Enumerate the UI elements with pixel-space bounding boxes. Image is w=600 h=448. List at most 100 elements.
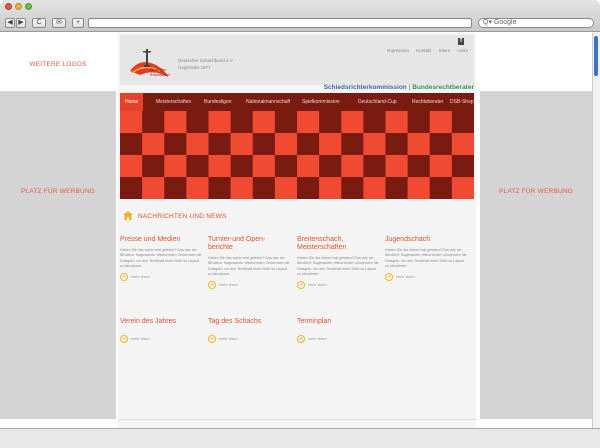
checker-square (186, 177, 209, 199)
chess-federation-logo[interactable]: Deutscher Schachbund (126, 41, 172, 81)
checker-square (363, 177, 386, 199)
home-icon (123, 211, 133, 220)
checker-square (252, 133, 276, 156)
checker-square (142, 133, 165, 156)
commission-links: Schiedsrichterkommission | Bundesrechtbe… (324, 84, 474, 91)
read-more-link[interactable]: ➔ mehr lesen (297, 335, 379, 343)
footer-divider (118, 419, 476, 420)
nav-item-bundesligen[interactable]: Bundesligen (204, 93, 232, 111)
vertical-scrollbar[interactable] (592, 33, 600, 428)
checker-square (186, 111, 209, 134)
news-card-title[interactable]: Breitenschach, Meisterschaften (297, 236, 379, 252)
main-nav: Home Meisterschaften Bundesligen Nationa… (120, 93, 474, 111)
nav-item-home[interactable]: Home (120, 93, 144, 111)
read-more-label: mehr lesen (131, 275, 150, 280)
arrow-right-icon: ➔ (297, 281, 305, 290)
intern-link[interactable]: Intern (439, 48, 451, 53)
facebook-icon[interactable]: f (458, 38, 464, 45)
org-name: Deutscher Schachbund e.V. (178, 58, 234, 63)
checker-square (274, 111, 298, 134)
checker-square (274, 133, 298, 156)
checker-square (385, 177, 408, 199)
news-card-title[interactable]: Jugendschach (385, 236, 467, 244)
checker-square (142, 111, 165, 134)
checker-square (363, 111, 386, 134)
legal-advisor-link[interactable]: Bundesrechtberater (412, 84, 474, 91)
nav-item-rechtsberater[interactable]: Rechtsberater (412, 93, 443, 111)
close-window-icon[interactable] (5, 3, 12, 10)
read-more-link[interactable]: ➔ mehr lesen (120, 273, 202, 282)
scrollbar-thumb[interactable] (594, 36, 598, 76)
left-ad-label: PLATZ FÜR WERBUNG (20, 188, 96, 195)
checker-square (164, 177, 187, 199)
add-bookmark-button[interactable]: + (72, 18, 84, 28)
checker-square (230, 111, 254, 134)
checkerboard-banner (120, 111, 474, 199)
checker-square (451, 133, 474, 156)
share-button[interactable]: ✉ (52, 18, 66, 28)
read-more-label: mehr lesen (308, 283, 327, 288)
referee-commission-link[interactable]: Schiedsrichterkommission (324, 84, 407, 91)
read-more-link[interactable]: ➔ mehr lesen (208, 281, 290, 290)
minimize-window-icon[interactable] (15, 3, 22, 10)
address-bar[interactable] (88, 18, 472, 28)
read-more-link[interactable]: ➔ mehr lesen (120, 335, 202, 343)
site-header: Deutscher Schachbund Deutscher Schachbun… (120, 35, 474, 85)
checker-square (208, 111, 231, 134)
checker-square (319, 133, 342, 156)
arrow-right-icon: ➔ (120, 273, 128, 282)
checker-square (208, 177, 231, 199)
checker-square (319, 155, 342, 178)
checker-square (186, 155, 209, 178)
checker-square (341, 111, 364, 134)
checker-square (120, 111, 143, 134)
news-card-title[interactable]: Tag des Schachs (208, 318, 290, 326)
main-content: Deutscher Schachbund Deutscher Schachbun… (118, 33, 476, 428)
kontakt-link[interactable]: Kontakt (416, 48, 431, 53)
read-more-link[interactable]: ➔ mehr lesen (297, 281, 379, 290)
checker-square (407, 133, 431, 156)
read-more-label: mehr lesen (219, 337, 238, 341)
reload-button[interactable]: C (32, 18, 46, 28)
news-card: Breitenschach, Meisterschaften Haben Sie… (297, 236, 379, 290)
zoom-window-icon[interactable] (25, 3, 32, 10)
read-more-link[interactable]: ➔ mehr lesen (385, 273, 467, 282)
top-links: Impressum Kontakt Intern Links (381, 48, 468, 53)
org-info: Deutscher Schachbund e.V. Gegründet 1877 (178, 57, 234, 71)
news-card-title[interactable]: Presse und Medien (120, 236, 202, 244)
impressum-link[interactable]: Impressum (387, 48, 409, 53)
links-link[interactable]: Links (457, 48, 468, 53)
news-card-text: Haben Sie das schon mal gelesen? Das war… (297, 256, 379, 276)
news-card-title[interactable]: Terminplan (297, 318, 379, 326)
checker-square (451, 177, 474, 199)
org-founded: Gegründet 1877 (178, 65, 211, 70)
checker-square (142, 155, 165, 178)
checker-square (319, 177, 342, 199)
checker-square (120, 133, 143, 156)
news-card: Presse und Medien Haben Sie das schon ma… (120, 236, 202, 282)
news-card-text: Haben Sie das schon mal gelesen? Das war… (120, 248, 202, 268)
arrow-right-icon: ➔ (297, 335, 305, 343)
nav-item-dsb-shop[interactable]: DSB-Shop (450, 93, 474, 111)
search-input[interactable]: Q▾ Google (478, 18, 594, 28)
checker-square (252, 111, 276, 134)
nav-item-meisterschaften[interactable]: Meisterschaften (156, 93, 191, 111)
more-logos-label: WEITERE LOGOS (29, 61, 87, 68)
read-more-link[interactable]: ➔ mehr lesen (208, 335, 290, 343)
left-ad-column (0, 91, 116, 419)
web-page: WEITERE LOGOS PLATZ FÜR WERBUNG PLATZ FÜ… (0, 33, 600, 432)
arrow-right-icon: ➔ (208, 335, 216, 343)
nav-item-spielkommission[interactable]: Spielkommission (302, 93, 340, 111)
back-button[interactable]: ◀ (5, 18, 15, 28)
news-card-title[interactable]: Turnier-und Open-berichte (208, 236, 290, 252)
news-card-text: Haben Sie das schon mal gelesen? Das war… (208, 256, 290, 276)
news-card-title[interactable]: Verein des Jahres (120, 318, 202, 326)
checker-square (429, 177, 453, 199)
forward-button[interactable]: ▶ (16, 18, 26, 28)
nav-item-nationalmannschaft[interactable]: Nationalmannschaft (246, 93, 290, 111)
nav-item-deutschland-cup[interactable]: Deutschland-Cup (358, 93, 397, 111)
arrow-right-icon: ➔ (208, 281, 216, 290)
checker-square (407, 111, 431, 134)
svg-text:Schachbund: Schachbund (150, 72, 170, 77)
right-ad-label: PLATZ FÜR WERBUNG (498, 188, 574, 195)
